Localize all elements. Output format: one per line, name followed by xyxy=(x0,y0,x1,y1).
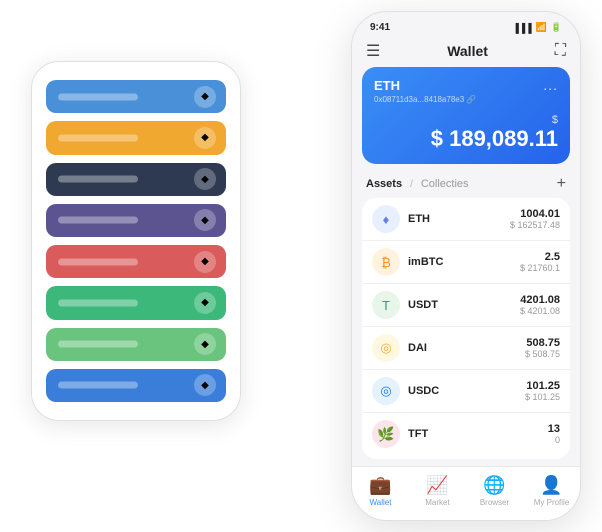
nav-wallet[interactable]: 💼 Wallet xyxy=(352,475,409,507)
page-title: Wallet xyxy=(447,43,488,59)
assets-tabs: Assets / Collecties xyxy=(366,178,469,190)
asset-item-usdt[interactable]: T USDT 4201.08$ 4201.08 xyxy=(362,284,570,327)
wallet-main-card: ETH ... 0x08711d3a...8418a78e3 🔗 $ $ 189… xyxy=(362,67,570,164)
nav-browser[interactable]: 🌐 Browser xyxy=(466,475,523,507)
asset-usd-dai: $ 508.75 xyxy=(525,349,560,359)
wallet-nav-icon: 💼 xyxy=(369,475,391,496)
asset-usd-usdc: $ 101.25 xyxy=(525,392,560,402)
status-bar: 9:41 ▐▐▐ 📶 🔋 xyxy=(352,12,580,37)
wallet-card-header: ETH ... xyxy=(374,77,558,93)
battery-icon: 🔋 xyxy=(551,22,562,33)
asset-amount-tft: 13 xyxy=(548,423,560,435)
tab-divider: / xyxy=(410,179,413,190)
asset-icon-usdc: ◎ xyxy=(372,377,400,405)
wallet-card-menu[interactable]: ... xyxy=(543,77,558,93)
add-asset-button[interactable]: + xyxy=(557,176,566,192)
signal-icon: ▐▐▐ xyxy=(512,23,531,33)
bg-card-5: ◆ xyxy=(46,286,226,319)
profile-nav-label: My Profile xyxy=(534,498,570,507)
browser-nav-icon: 🌐 xyxy=(483,475,505,496)
market-nav-label: Market xyxy=(425,498,449,507)
asset-amount-dai: 508.75 xyxy=(525,337,560,349)
asset-icon-eth: ♦ xyxy=(372,205,400,233)
asset-usd-imbtc: $ 21760.1 xyxy=(520,263,560,273)
asset-item-imbtc[interactable]: ₿ imBTC 2.5$ 21760.1 xyxy=(362,241,570,284)
wifi-icon: 📶 xyxy=(536,22,547,33)
wallet-card-balance-label: $ xyxy=(374,114,558,126)
asset-name-usdt: USDT xyxy=(408,299,512,311)
expand-icon[interactable]: ⛶ xyxy=(555,42,566,60)
asset-name-imbtc: imBTC xyxy=(408,256,512,268)
scene: ◆ ◆ ◆ ◆ ◆ ◆ ◆ ◆ 9:41 ▐▐▐ 📶 🔋 ☰ Wallet ⛶ ETH ... xyxy=(11,11,591,521)
asset-item-usdc[interactable]: ◎ USDC 101.25$ 101.25 xyxy=(362,370,570,413)
bg-card-4: ◆ xyxy=(46,245,226,278)
browser-nav-label: Browser xyxy=(480,498,509,507)
asset-amount-usdt: 4201.08 xyxy=(520,294,560,306)
asset-amount-imbtc: 2.5 xyxy=(520,251,560,263)
bg-card-3: ◆ xyxy=(46,204,226,237)
bg-card-1: ◆ xyxy=(46,121,226,154)
asset-usd-tft: 0 xyxy=(548,435,560,445)
nav-profile[interactable]: 👤 My Profile xyxy=(523,475,580,507)
time: 9:41 xyxy=(370,22,390,33)
wallet-card-name: ETH xyxy=(374,78,400,93)
bg-card-0: ◆ xyxy=(46,80,226,113)
hamburger-icon[interactable]: ☰ xyxy=(366,41,380,61)
bg-card-6: ◆ xyxy=(46,328,226,361)
profile-nav-icon: 👤 xyxy=(540,475,562,496)
asset-name-eth: ETH xyxy=(408,213,502,225)
foreground-phone: 9:41 ▐▐▐ 📶 🔋 ☰ Wallet ⛶ ETH ... 0x08711d… xyxy=(351,11,581,521)
wallet-nav-label: Wallet xyxy=(370,498,392,507)
nav-market[interactable]: 📈 Market xyxy=(409,475,466,507)
asset-icon-usdt: T xyxy=(372,291,400,319)
asset-icon-tft: 🌿 xyxy=(372,420,400,448)
asset-list: ♦ ETH 1004.01$ 162517.48 ₿ imBTC 2.5$ 21760.1… xyxy=(362,198,570,459)
asset-amount-usdc: 101.25 xyxy=(525,380,560,392)
tab-assets[interactable]: Assets xyxy=(366,178,402,190)
asset-icon-imbtc: ₿ xyxy=(372,248,400,276)
asset-usd-usdt: $ 4201.08 xyxy=(520,306,560,316)
asset-item-dai[interactable]: ◎ DAI 508.75$ 508.75 xyxy=(362,327,570,370)
tab-collecties[interactable]: Collecties xyxy=(421,178,469,190)
bottom-nav: 💼 Wallet 📈 Market 🌐 Browser 👤 My Profile xyxy=(352,466,580,520)
phone-header: ☰ Wallet ⛶ xyxy=(352,37,580,67)
background-phone: ◆ ◆ ◆ ◆ ◆ ◆ ◆ ◆ xyxy=(31,61,241,421)
status-icons: ▐▐▐ 📶 🔋 xyxy=(512,22,562,33)
market-nav-icon: 📈 xyxy=(426,475,448,496)
assets-header: Assets / Collecties + xyxy=(352,172,580,198)
asset-name-usdc: USDC xyxy=(408,385,517,397)
wallet-card-address: 0x08711d3a...8418a78e3 🔗 xyxy=(374,95,558,104)
asset-name-dai: DAI xyxy=(408,342,517,354)
asset-amount-eth: 1004.01 xyxy=(510,208,560,220)
asset-item-tft[interactable]: 🌿 TFT 130 xyxy=(362,413,570,455)
asset-item-eth[interactable]: ♦ ETH 1004.01$ 162517.48 xyxy=(362,198,570,241)
bg-card-7: ◆ xyxy=(46,369,226,402)
asset-icon-dai: ◎ xyxy=(372,334,400,362)
asset-usd-eth: $ 162517.48 xyxy=(510,220,560,230)
asset-name-tft: TFT xyxy=(408,428,540,440)
bg-card-2: ◆ xyxy=(46,163,226,196)
wallet-card-balance: $ 189,089.11 xyxy=(374,126,558,152)
